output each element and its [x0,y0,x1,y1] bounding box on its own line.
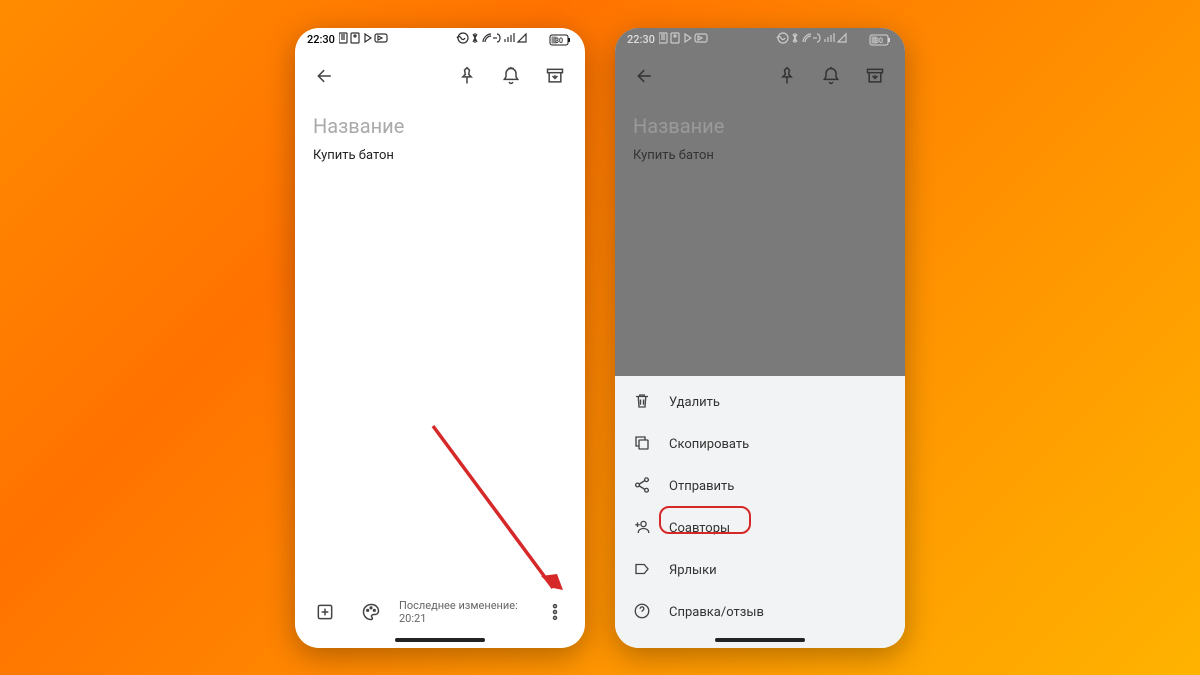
phone-left: 22:30 [295,28,585,648]
note-bottom-bar: Последнее изменение: 20:21 [295,590,585,634]
battery-icon: 30 [869,34,893,46]
status-bar: 22:30 [295,28,585,52]
label-icon [633,560,651,582]
phone-right: 22:30 [615,28,905,648]
archive-button[interactable] [537,58,573,94]
options-bottom-sheet: Удалить Скопировать Отправить Соавторы Я… [615,376,905,648]
add-content-button[interactable] [307,594,343,630]
menu-item-labels[interactable]: Ярлыки [615,550,905,592]
battery-icon: 30 [549,34,573,46]
nav-pill [715,638,805,642]
back-button[interactable] [307,58,343,94]
archive-button[interactable] [857,58,893,94]
note-body[interactable]: Купить батон [313,148,567,163]
trash-icon [633,392,651,414]
more-options-button[interactable] [537,594,573,630]
status-notif-icons [339,32,395,47]
reminder-button[interactable] [493,58,529,94]
note-toolbar [295,52,585,100]
note-toolbar [615,52,905,100]
back-button[interactable] [627,58,663,94]
menu-item-send[interactable]: Отправить [615,466,905,508]
palette-button[interactable] [353,594,389,630]
note-title-placeholder: Название [633,114,887,138]
note-content[interactable]: Название Купить батон [295,100,585,590]
menu-item-copy[interactable]: Скопировать [615,424,905,466]
pin-button[interactable] [769,58,805,94]
status-system-icons [775,32,865,47]
status-time: 22:30 [627,33,655,46]
note-body: Купить батон [633,148,887,163]
reminder-button[interactable] [813,58,849,94]
help-icon [633,602,651,624]
nav-pill [395,638,485,642]
menu-item-label: Ярлыки [669,563,717,578]
menu-item-help[interactable]: Справка/отзыв [615,592,905,634]
status-system-icons [455,32,545,47]
copy-icon [633,434,651,456]
menu-item-label: Скопировать [669,437,749,452]
menu-item-label: Справка/отзыв [669,605,764,620]
svg-text:30: 30 [875,37,883,45]
menu-item-delete[interactable]: Удалить [615,382,905,424]
status-bar: 22:30 [615,28,905,52]
status-notif-icons [659,32,715,47]
note-title-placeholder[interactable]: Название [313,114,567,138]
person-add-icon [633,518,651,540]
last-edited-label: Последнее изменение: 20:21 [399,599,527,625]
share-icon [633,476,651,498]
menu-item-label: Удалить [669,395,720,410]
menu-item-label: Отправить [669,479,734,494]
pin-button[interactable] [449,58,485,94]
status-time: 22:30 [307,33,335,46]
menu-item-collaborators[interactable]: Соавторы [615,508,905,550]
menu-item-label: Соавторы [669,521,730,536]
note-content: Название Купить батон [615,100,905,376]
svg-text:30: 30 [555,37,563,45]
